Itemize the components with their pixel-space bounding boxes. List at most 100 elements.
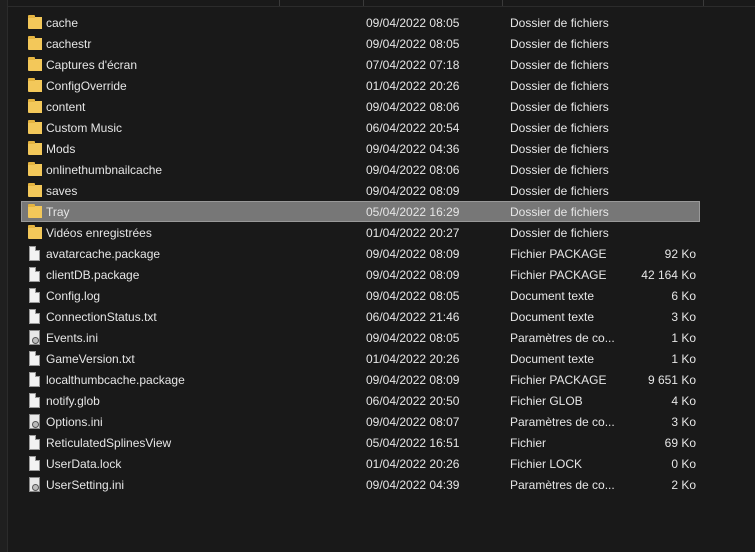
file-row[interactable]: Captures d'écran 07/04/2022 07:18 Dossier …: [21, 54, 700, 75]
file-name: ConfigOverride: [46, 79, 127, 93]
file-row[interactable]: UserSetting.ini 09/04/2022 04:39 Paramètre…: [21, 474, 700, 495]
folder-icon: [26, 76, 42, 95]
file-date-modified: 01/04/2022 20:26: [366, 79, 460, 93]
file-icon-shape: [29, 456, 40, 471]
file-name: saves: [46, 184, 78, 198]
file-row[interactable]: UserData.lock 01/04/2022 20:26 Fichier LOC…: [21, 453, 700, 474]
file-size: 69 Ko: [664, 436, 696, 450]
column-header[interactable]: [7, 0, 755, 7]
file-date-modified: 09/04/2022 08:06: [366, 163, 460, 177]
file-date-modified: 09/04/2022 08:09: [366, 184, 460, 198]
file-row[interactable]: Config.log 09/04/2022 08:05 Document texte…: [21, 285, 700, 306]
file-name: Vidéos enregistrées: [46, 226, 152, 240]
file-row[interactable]: ConfigOverride 01/04/2022 20:26 Dossier de…: [21, 75, 700, 96]
folder-icon-shape: [28, 99, 42, 113]
file-size: 92 Ko: [664, 247, 696, 261]
file-type: Dossier de fichiers: [510, 58, 609, 72]
file-name: Custom Music: [46, 121, 123, 135]
file-icon: [26, 391, 42, 410]
file-icon: [26, 265, 42, 284]
file-type: Fichier LOCK: [510, 457, 583, 471]
file-icon: [26, 349, 42, 368]
file-name: clientDB.package: [46, 268, 140, 282]
file-list-pane[interactable]: cache 09/04/2022 08:05 Dossier de fichiers…: [0, 0, 755, 552]
folder-icon-shape: [28, 141, 42, 155]
file-type: Paramètres de co...: [510, 415, 615, 429]
file-type: Dossier de fichiers: [510, 121, 609, 135]
file-icon-shape: [29, 267, 40, 282]
file-row[interactable]: cachestr 09/04/2022 08:05 Dossier de fichi…: [21, 33, 700, 54]
file-size: 42 164 Ko: [641, 268, 696, 282]
file-name: avatarcache.package: [46, 247, 161, 261]
file-type: Fichier: [510, 436, 547, 450]
file-icon-shape: [29, 288, 40, 303]
file-row[interactable]: notify.glob 06/04/2022 20:50 Fichier GLOB 4…: [21, 390, 700, 411]
file-row[interactable]: Mods 09/04/2022 04:36 Dossier de fichiers: [21, 138, 700, 159]
file-type: Paramètres de co...: [510, 331, 615, 345]
file-row[interactable]: cache 09/04/2022 08:05 Dossier de fichiers: [21, 12, 700, 33]
file-date-modified: 05/04/2022 16:51: [366, 436, 460, 450]
file-row[interactable]: Events.ini 09/04/2022 08:05 Paramètres de …: [21, 327, 700, 348]
date-column-divider[interactable]: [363, 0, 364, 6]
file-size: 9 651 Ko: [647, 373, 696, 387]
file-icon-shape: [29, 372, 40, 387]
size-column-divider[interactable]: [703, 0, 704, 6]
file-type: Fichier PACKAGE: [510, 247, 607, 261]
type-column-divider[interactable]: [502, 0, 503, 6]
file-icon: [26, 454, 42, 473]
settings-file-icon-shape: [29, 477, 40, 492]
file-row[interactable]: Custom Music 06/04/2022 20:54 Dossier de f…: [21, 117, 700, 138]
file-row[interactable]: Options.ini 09/04/2022 08:07 Paramètres de…: [21, 411, 700, 432]
file-row[interactable]: GameVersion.txt 01/04/2022 20:26 Document …: [21, 348, 700, 369]
file-size: 3 Ko: [671, 310, 696, 324]
file-name: GameVersion.txt: [46, 352, 135, 366]
settings-file-icon-shape: [29, 330, 40, 345]
file-row[interactable]: onlinethumbnailcache 09/04/2022 08:06 Doss…: [21, 159, 700, 180]
file-size: 4 Ko: [671, 394, 696, 408]
file-date-modified: 06/04/2022 20:50: [366, 394, 460, 408]
file-name: Options.ini: [46, 415, 103, 429]
file-name: Tray: [46, 205, 70, 219]
file-icon-shape: [29, 351, 40, 366]
file-size: 0 Ko: [671, 457, 696, 471]
file-icon: [26, 370, 42, 389]
settings-file-icon: [26, 328, 42, 347]
file-row[interactable]: content 09/04/2022 08:06 Dossier de fichie…: [21, 96, 700, 117]
file-row[interactable]: localthumbcache.package 09/04/2022 08:09 F…: [21, 369, 700, 390]
file-type: Fichier PACKAGE: [510, 373, 607, 387]
file-row[interactable]: avatarcache.package 09/04/2022 08:09 Fichi…: [21, 243, 700, 264]
file-row[interactable]: ReticulatedSplinesView 05/04/2022 16:51 Fi…: [21, 432, 700, 453]
file-row[interactable]: saves 09/04/2022 08:09 Dossier de fichiers: [21, 180, 700, 201]
folder-icon: [26, 34, 42, 53]
file-size: 6 Ko: [671, 289, 696, 303]
file-row[interactable]: ConnectionStatus.txt 06/04/2022 21:46 Docu…: [21, 306, 700, 327]
file-size: 3 Ko: [671, 415, 696, 429]
folder-icon-shape: [28, 15, 42, 29]
folder-icon-shape: [28, 204, 42, 218]
file-name: UserData.lock: [46, 457, 122, 471]
settings-file-icon: [26, 475, 42, 494]
file-name: Events.ini: [46, 331, 99, 345]
file-date-modified: 01/04/2022 20:27: [366, 226, 460, 240]
file-size: 1 Ko: [671, 331, 696, 345]
file-row[interactable]: clientDB.package 09/04/2022 08:09 Fichier …: [21, 264, 700, 285]
file-name: cache: [46, 16, 79, 30]
file-row[interactable]: Tray 05/04/2022 16:29 Dossier de fichiers: [21, 201, 700, 222]
folder-icon-shape: [28, 57, 42, 71]
file-icon: [26, 286, 42, 305]
folder-icon-shape: [28, 225, 42, 239]
name-column-divider[interactable]: [279, 0, 280, 6]
file-row[interactable]: Vidéos enregistrées 01/04/2022 20:27 Dossi…: [21, 222, 700, 243]
file-icon: [26, 433, 42, 452]
file-type: Dossier de fichiers: [510, 100, 609, 114]
file-date-modified: 06/04/2022 20:54: [366, 121, 460, 135]
file-date-modified: 01/04/2022 20:26: [366, 457, 460, 471]
file-type: Fichier GLOB: [510, 394, 583, 408]
file-type: Document texte: [510, 310, 595, 324]
file-size: 2 Ko: [671, 478, 696, 492]
file-type: Dossier de fichiers: [510, 142, 609, 156]
file-date-modified: 09/04/2022 08:07: [366, 415, 460, 429]
file-icon-shape: [29, 246, 40, 261]
file-type: Paramètres de co...: [510, 478, 615, 492]
file-type: Dossier de fichiers: [510, 16, 609, 30]
